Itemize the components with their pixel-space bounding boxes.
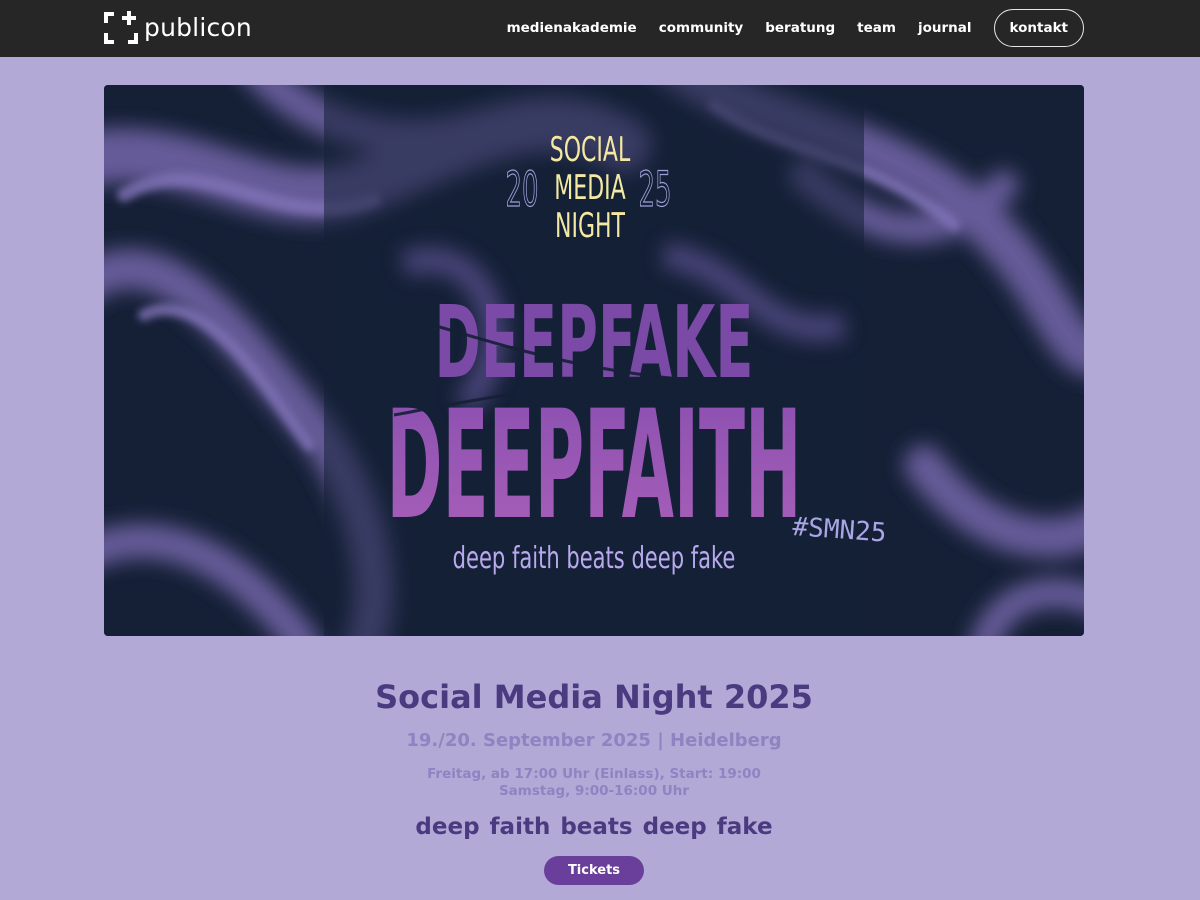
event-time-friday: Freitag, ab 17:00 Uhr (Einlass), Start: … xyxy=(427,766,761,782)
nav-link-medienakademie[interactable]: medienakademie xyxy=(507,20,637,36)
nav-link-journal[interactable]: journal xyxy=(918,20,972,36)
hero-tagline: deep faith beats deep fake xyxy=(453,541,736,576)
event-hero-image: SOCIAL MEDIA NIGHT 20 25 DEEPFAKE DEEPFA… xyxy=(104,85,1084,636)
event-time-saturday: Samstag, 9:00-16:00 Uhr xyxy=(498,783,690,799)
event-title: Social Media Night 2025 xyxy=(375,678,813,716)
hero-year-right: 25 xyxy=(639,162,672,218)
hero-line-night: NIGHT xyxy=(555,206,626,245)
event-tagline: deep faith beats deep fake xyxy=(415,814,773,840)
hero-line-media: MEDIA xyxy=(554,168,626,207)
logo-mark-icon xyxy=(104,11,138,44)
logo-text: publicon xyxy=(144,13,252,42)
hero-year-left: 20 xyxy=(506,162,539,218)
nav-link-community[interactable]: community xyxy=(659,20,744,36)
publicon-logo[interactable]: publicon xyxy=(104,10,252,46)
nav-link-team[interactable]: team xyxy=(857,20,896,36)
top-navigation-bar: publicon medienakademie community beratu… xyxy=(0,0,1200,57)
hero-line-social: SOCIAL xyxy=(550,130,631,169)
contact-button[interactable]: kontakt xyxy=(993,9,1084,47)
nav-link-beratung[interactable]: beratung xyxy=(765,20,835,36)
main-navigation: medienakademie community beratung team j… xyxy=(485,9,1084,47)
event-date: 19./20. September 2025 | Heidelberg xyxy=(406,730,782,751)
tickets-button[interactable]: Tickets xyxy=(544,856,644,885)
